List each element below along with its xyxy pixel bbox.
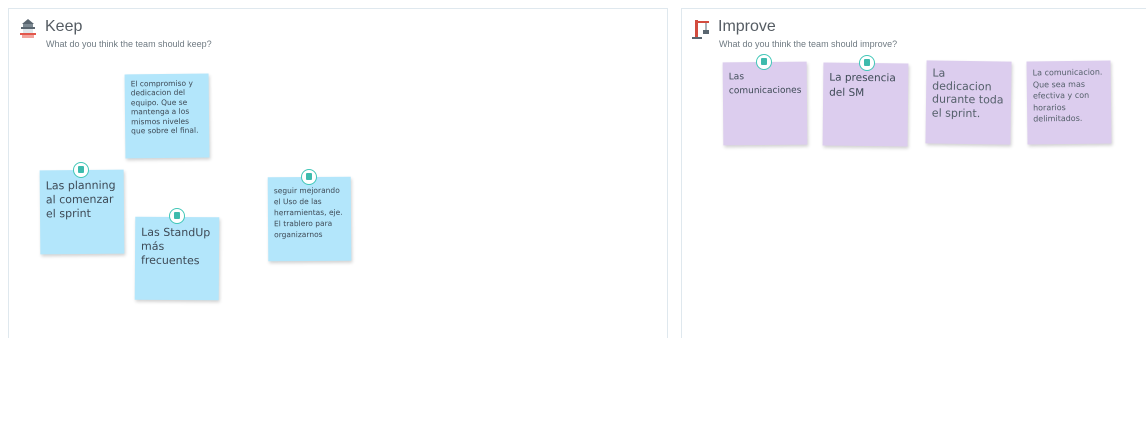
note-text: La presencia del SM bbox=[829, 71, 896, 100]
note-text: La dedicacion durante toda el sprint. bbox=[931, 66, 1004, 120]
keep-title: Keep bbox=[45, 18, 83, 35]
sticky-note[interactable]: La dedicacion durante toda el sprint. bbox=[925, 60, 1012, 145]
note-text: Las StandUp más frecuentes bbox=[140, 225, 211, 267]
note-text: seguir mejorando el Uso de las herramien… bbox=[273, 185, 343, 239]
note-text: Las comunicaciones bbox=[728, 72, 802, 97]
note-text: La comunicacion. Que sea mas efectiva y … bbox=[1032, 67, 1103, 124]
improve-title: Improve bbox=[718, 18, 776, 35]
sticky-note[interactable]: Las StandUp más frecuentes bbox=[134, 216, 220, 301]
author-badge-icon bbox=[756, 54, 772, 70]
author-badge-icon bbox=[859, 55, 875, 71]
sticky-note[interactable]: Las comunicaciones bbox=[722, 61, 808, 146]
sticky-note[interactable]: Las planning al comenzar el sprint bbox=[39, 169, 125, 255]
sticky-note[interactable]: seguir mejorando el Uso de las herramien… bbox=[267, 176, 352, 262]
note-text: El compromiso y dedicacion del equipo. Q… bbox=[130, 78, 199, 136]
keep-column: Keep What do you think the team should k… bbox=[8, 8, 668, 338]
improve-column: Improve What do you think the team shoul… bbox=[681, 8, 1146, 338]
note-text: Las planning al comenzar el sprint bbox=[45, 178, 116, 220]
sticky-note[interactable]: El compromiso y dedicacion del equipo. Q… bbox=[124, 73, 210, 159]
author-badge-icon bbox=[301, 169, 317, 185]
author-badge-icon bbox=[73, 162, 89, 178]
author-badge-icon bbox=[169, 208, 185, 224]
improve-subtitle: What do you think the team should improv… bbox=[719, 39, 898, 49]
keep-subtitle: What do you think the team should keep? bbox=[46, 39, 212, 49]
sticky-note[interactable]: La comunicacion. Que sea mas efectiva y … bbox=[1026, 60, 1112, 145]
sticky-note[interactable]: La presencia del SM bbox=[822, 62, 909, 147]
temple-icon bbox=[20, 19, 36, 38]
crane-icon bbox=[692, 20, 709, 39]
